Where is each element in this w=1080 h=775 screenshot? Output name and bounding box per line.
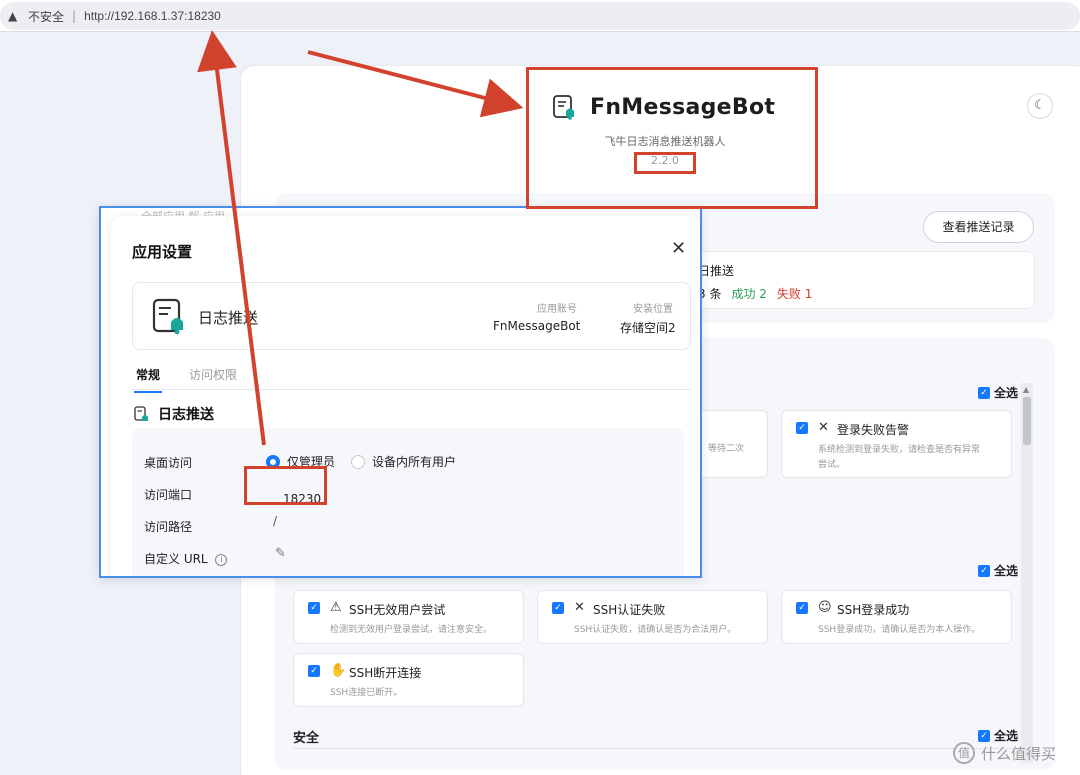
annotation-arrows — [197, 30, 524, 446]
arrow-to-header — [307, 50, 524, 118]
watermark-text: 什么值得买 — [981, 744, 1057, 763]
watermark-logo-icon: 值 — [953, 742, 975, 764]
watermark: 值 什么值得买 — [953, 742, 1056, 764]
arrow-to-url — [197, 30, 266, 446]
